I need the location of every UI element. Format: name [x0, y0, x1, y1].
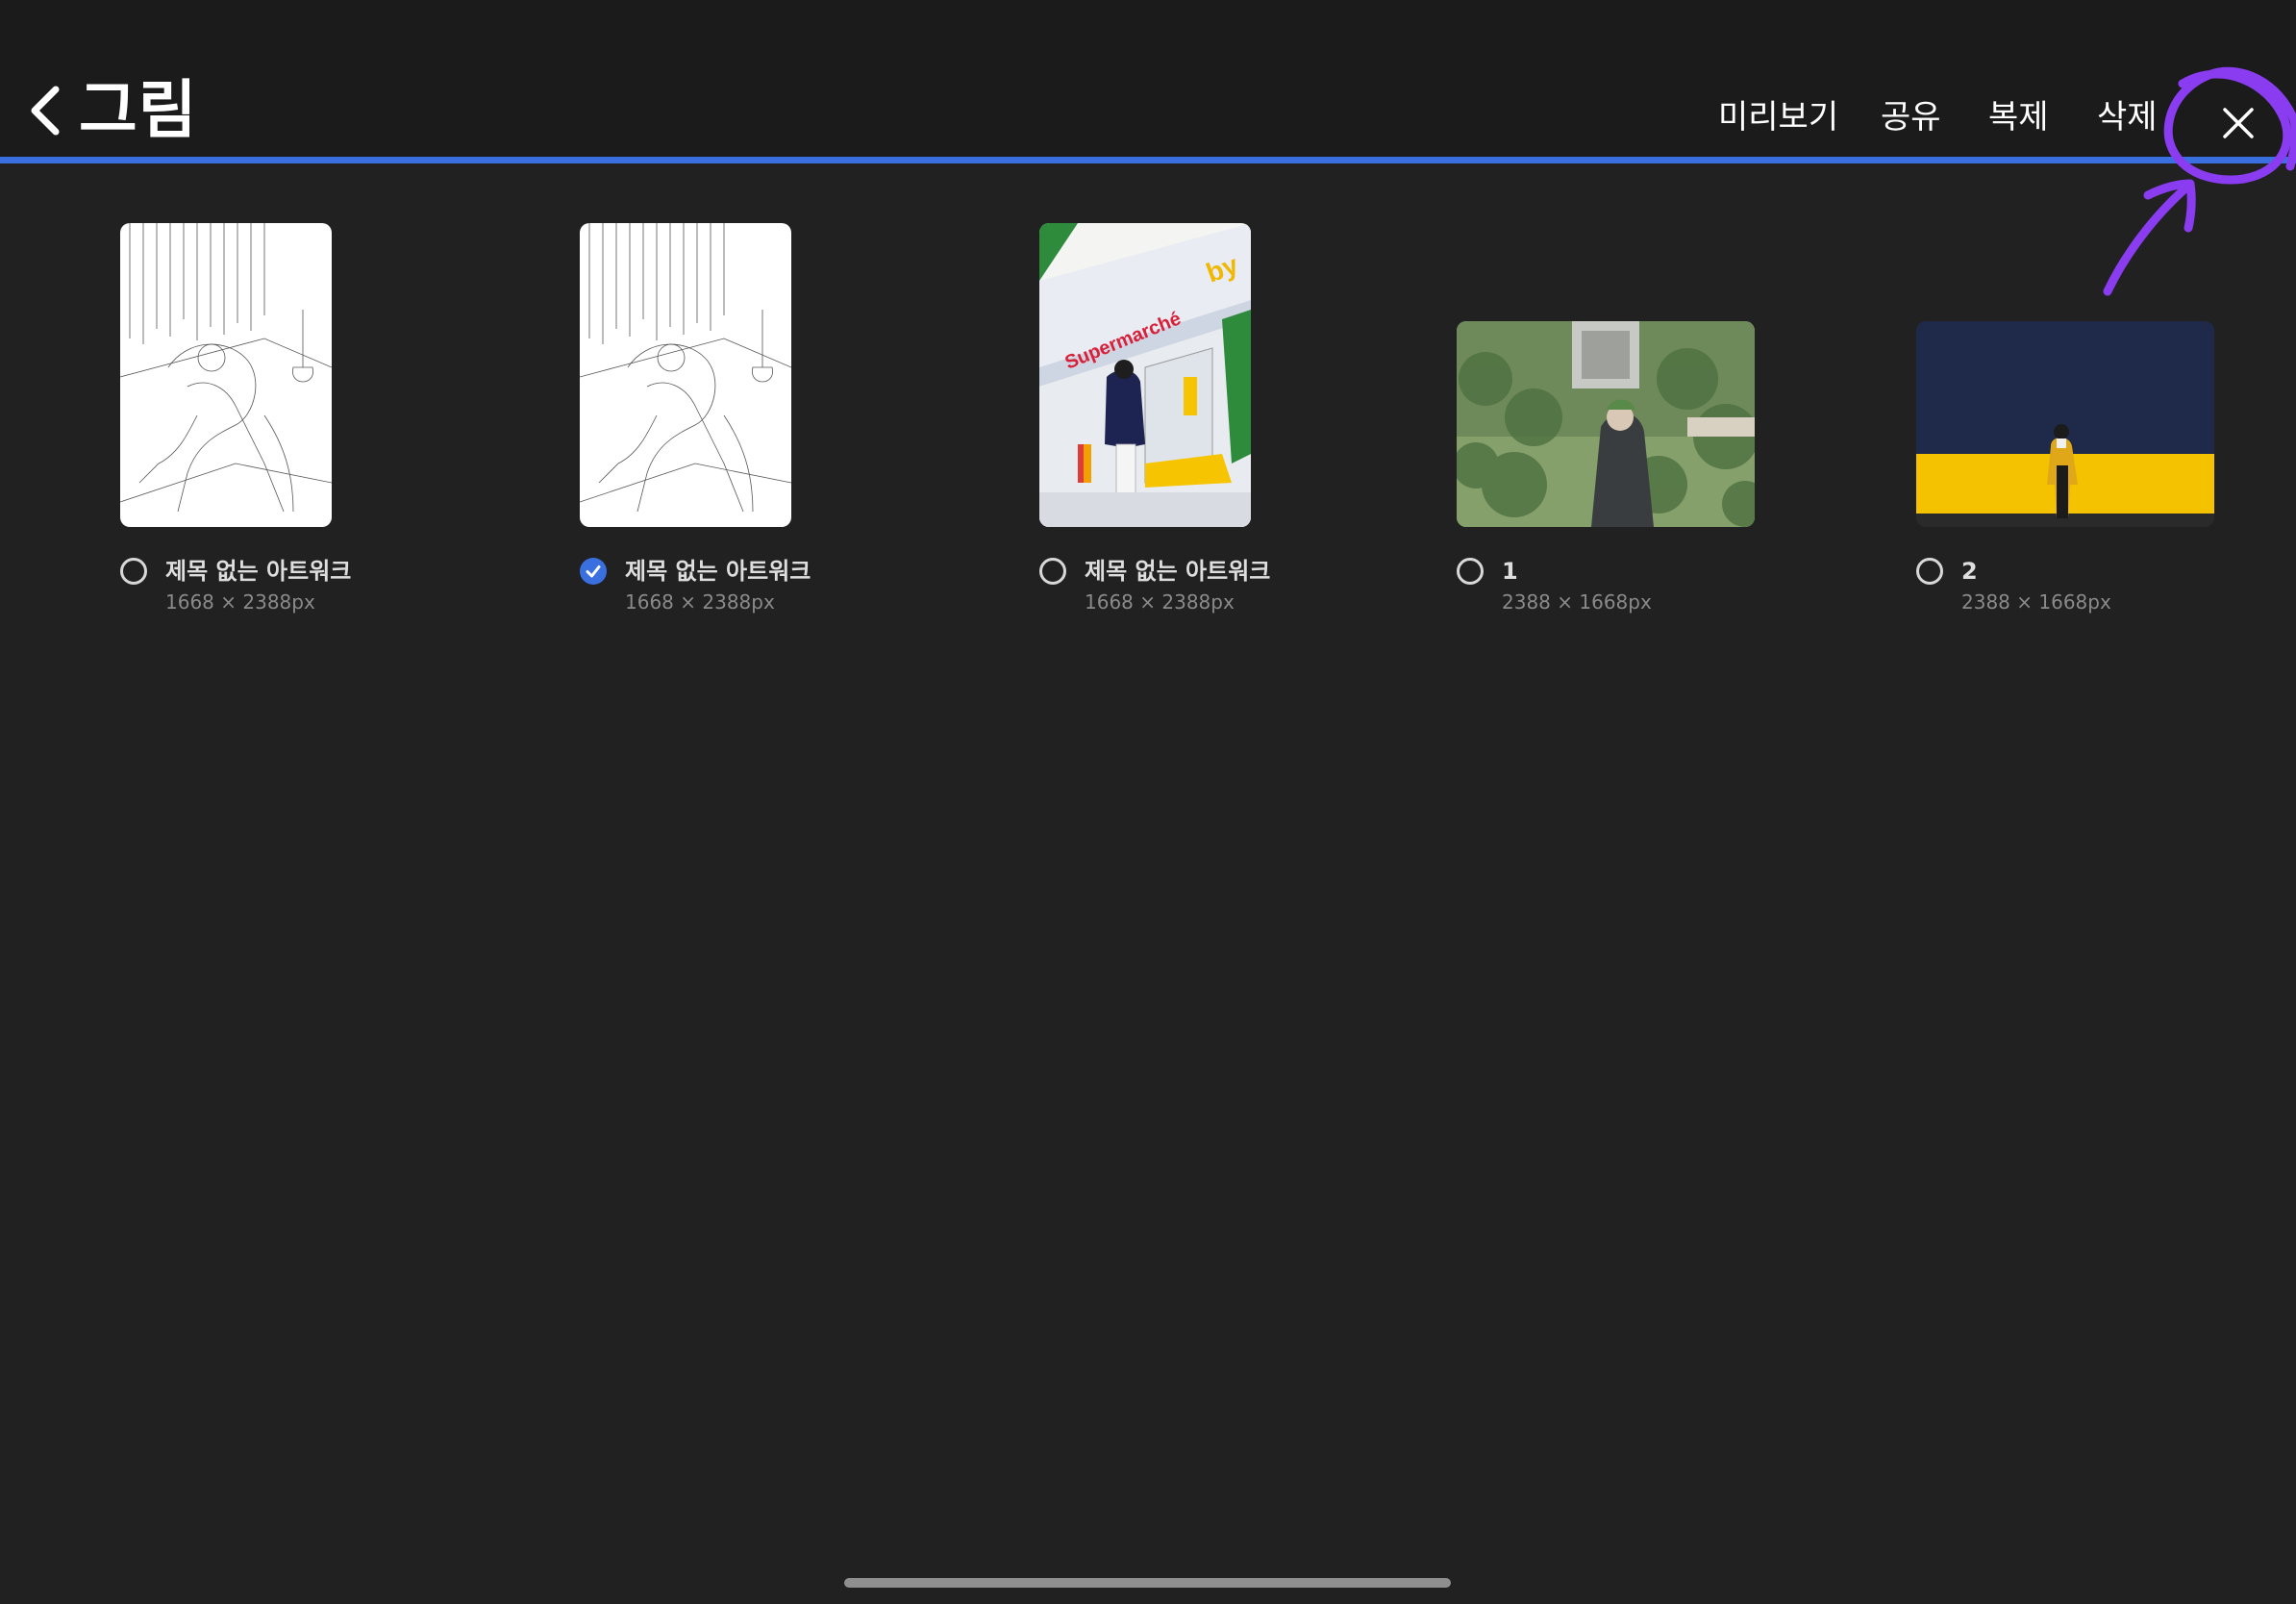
artwork-thumbnail[interactable] [1457, 321, 1755, 527]
share-button[interactable]: 공유 [1881, 94, 1941, 140]
artwork-size: 1668 × 2388px [625, 590, 775, 614]
top-bar: 그림 미리보기 공유 복제 삭제 [0, 0, 2296, 157]
close-button[interactable] [2211, 96, 2265, 150]
artwork-title: 2 [1961, 558, 1978, 585]
sketch-thumbnail-icon [120, 223, 332, 527]
artwork-size: 2388 × 1668px [1961, 590, 2111, 614]
artwork-card[interactable]: 1 2388 × 1668px [1416, 223, 1762, 627]
select-checkbox[interactable] [1039, 558, 1066, 585]
artwork-title: 제목 없는 아트워크 [1085, 558, 1271, 585]
artwork-title: 제목 없는 아트워크 [165, 558, 352, 585]
artwork-size: 1668 × 2388px [165, 590, 315, 614]
select-checkbox-checked[interactable] [580, 558, 607, 585]
chevron-left-icon [31, 86, 60, 136]
artwork-title: 1 [1502, 558, 1518, 585]
checkmark-icon [580, 558, 607, 585]
sketch-thumbnail-icon [580, 223, 791, 527]
page-title: 그림 [79, 73, 198, 147]
delete-button[interactable]: 삭제 [2097, 94, 2158, 140]
artwork-size: 2388 × 1668px [1502, 590, 1652, 614]
artwork-thumbnail[interactable]: Supermarché by [1039, 223, 1251, 527]
select-checkbox[interactable] [1916, 558, 1943, 585]
artwork-size: 1668 × 2388px [1085, 590, 1235, 614]
close-icon [2223, 108, 2254, 138]
select-checkbox[interactable] [120, 558, 147, 585]
artwork-title: 제목 없는 아트워크 [625, 558, 811, 585]
artwork-card[interactable]: 제목 없는 아트워크 1668 × 2388px [539, 223, 886, 627]
preview-button[interactable]: 미리보기 [1718, 94, 1838, 140]
artwork-thumbnail[interactable] [1916, 321, 2214, 527]
artwork-card[interactable]: 제목 없는 아트워크 1668 × 2388px [80, 223, 426, 627]
photo-ivy-wall-thumbnail-icon [1457, 321, 1755, 527]
header-accent-line [0, 157, 2296, 163]
select-checkbox[interactable] [1457, 558, 1484, 585]
back-button[interactable]: 그림 [27, 67, 197, 154]
artwork-thumbnail[interactable] [580, 223, 791, 527]
home-indicator [844, 1578, 1451, 1588]
artwork-card[interactable]: 2 2388 × 1668px [1876, 223, 2222, 627]
navy-yellow-figure-thumbnail-icon [1916, 321, 2214, 527]
annotation-arrow-head [2143, 179, 2196, 233]
supermarche-illustration-thumbnail-icon: Supermarché by [1039, 223, 1251, 527]
artwork-thumbnail[interactable] [120, 223, 332, 527]
gallery-screen: 그림 미리보기 공유 복제 삭제 제목 없는 아트워크 1668 × 2388p… [0, 0, 2296, 1604]
duplicate-button[interactable]: 복제 [1988, 94, 2049, 140]
artwork-card[interactable]: Supermarché by 제목 없는 아트워크 1668 × 2388px [999, 223, 1345, 627]
